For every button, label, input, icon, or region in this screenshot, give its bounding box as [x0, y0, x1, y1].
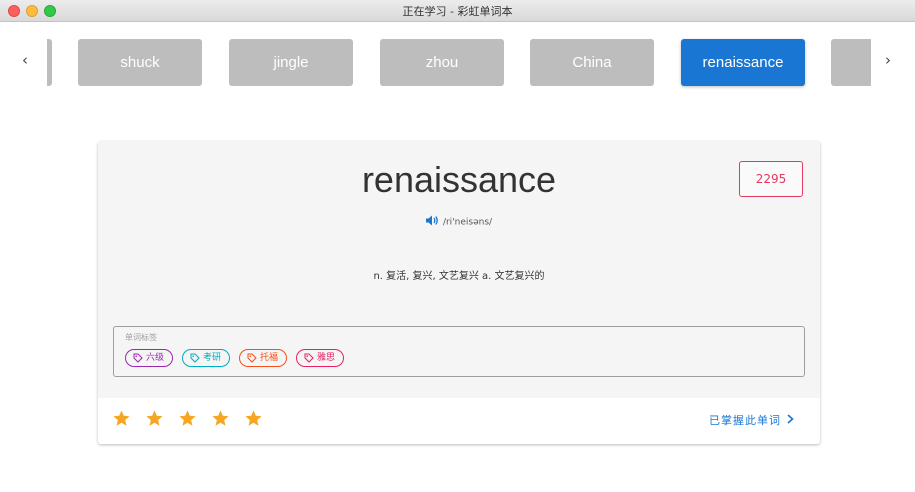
mastered-label: 已掌握此单词 [709, 414, 781, 427]
tag-icon [304, 353, 314, 363]
tag-chip[interactable]: 考研 [182, 349, 231, 367]
chevron-right-icon[interactable]: › [878, 48, 898, 72]
tag-label: 考研 [203, 353, 222, 363]
star-icon[interactable] [178, 409, 197, 428]
tag-icon [247, 353, 257, 363]
chevron-left-icon[interactable]: ‹ [15, 48, 35, 72]
tag-chip[interactable]: 托福 [239, 349, 288, 367]
word-tags-box: 单词标签 六级 考研 托福 雅思 [113, 326, 805, 377]
star-icon[interactable] [112, 409, 131, 428]
mastered-button[interactable]: 已掌握此单词 [709, 412, 794, 428]
tag-label: 雅思 [317, 353, 336, 363]
tag-list: 六级 考研 托福 雅思 [125, 349, 345, 367]
tag-label: 托福 [260, 353, 279, 363]
word-tags-label: 单词标签 [125, 333, 157, 342]
chevron-right-icon [787, 413, 794, 427]
card-footer: 已掌握此单词 [98, 398, 820, 444]
star-icon[interactable] [244, 409, 263, 428]
word-chip-shuck[interactable]: shuck [78, 39, 202, 86]
phonetic-row: /ri'neisəns/ [98, 215, 820, 229]
word-card: renaissance 2295 /ri'neisəns/ n. 复活, 复兴,… [98, 141, 820, 444]
tag-label: 六级 [146, 353, 165, 363]
star-icon[interactable] [145, 409, 164, 428]
app-window: 正在学习 - 彩虹单词本 ‹ shuck jingle zhou China renai… [0, 0, 915, 492]
word-chip-zhou[interactable]: zhou [380, 39, 504, 86]
word-chip-jingle[interactable]: jingle [229, 39, 353, 86]
window-title: 正在学习 - 彩虹单词本 [402, 5, 513, 18]
phonetic-text: /ri'neisəns/ [442, 217, 493, 228]
speaker-icon[interactable] [425, 215, 439, 229]
review-count-badge: 2295 [739, 161, 803, 197]
word-chip-renaissance[interactable]: renaissance [681, 39, 805, 86]
star-rating [112, 409, 263, 428]
word-chip-partial[interactable] [831, 39, 871, 86]
star-icon[interactable] [211, 409, 230, 428]
tag-chip[interactable]: 六级 [125, 349, 174, 367]
tag-icon [133, 353, 143, 363]
word-chip-partial[interactable] [47, 39, 52, 86]
word-chip-china[interactable]: China [530, 39, 654, 86]
tag-chip[interactable]: 雅思 [296, 349, 345, 367]
title-bar: 正在学习 - 彩虹单词本 [0, 0, 915, 22]
word-title: renaissance [361, 159, 557, 200]
definition-text: n. 复活, 复兴, 文艺复兴 a. 文艺复兴的 [373, 271, 545, 282]
tag-icon [190, 353, 200, 363]
